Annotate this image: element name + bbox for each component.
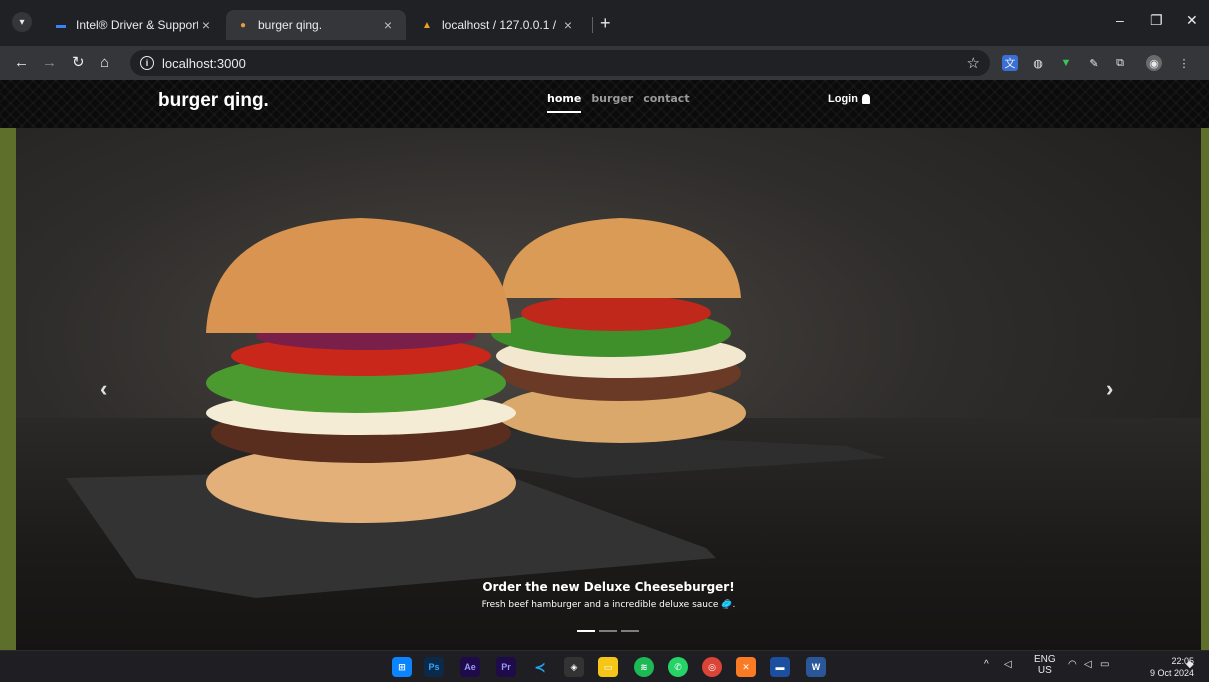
restore-icon[interactable]: ❐ xyxy=(1150,12,1163,29)
site-info-icon[interactable]: i xyxy=(140,56,154,70)
intel-icon: ▬ xyxy=(56,19,66,31)
caption-title: Order the new Deluxe Cheeseburger! xyxy=(482,580,735,594)
profile-avatar[interactable]: ◉ xyxy=(1146,55,1162,71)
globe-extension-icon[interactable]: ◍ xyxy=(1030,55,1046,71)
tab-title: localhost / 127.0.0.1 / nodejsca xyxy=(442,18,560,32)
tab-search-icon[interactable]: ▾ xyxy=(12,12,32,32)
forward-icon[interactable]: → xyxy=(42,54,57,72)
file-explorer-icon[interactable]: ▭ xyxy=(598,657,618,677)
nav-burger[interactable]: burger xyxy=(591,92,633,113)
vscode-icon[interactable]: ≺ xyxy=(530,657,550,677)
eyedropper-extension-icon[interactable]: ✎ xyxy=(1086,55,1102,71)
notification-bell-icon[interactable]: ◆ xyxy=(1186,659,1194,670)
whatsapp-icon[interactable]: ✆ xyxy=(668,657,688,677)
tab-intel[interactable]: ▬ Intel® Driver & Support Assista × xyxy=(44,10,224,40)
back-bun-top xyxy=(501,218,741,298)
tab-title: burger qing. xyxy=(258,18,323,32)
translate-extension-icon[interactable]: 文 xyxy=(1002,55,1018,71)
windows-start-icon[interactable]: ⊞ xyxy=(392,657,412,677)
after-effects-icon[interactable]: Ae xyxy=(460,657,480,677)
home-icon[interactable]: ⌂ xyxy=(100,54,109,72)
close-icon[interactable]: × xyxy=(560,17,576,33)
browser-tab-strip: ▾ ▬ Intel® Driver & Support Assista × ● … xyxy=(0,0,1209,46)
tab-separator xyxy=(592,17,593,33)
spotify-icon[interactable]: ≋ xyxy=(634,657,654,677)
tab-phpmyadmin[interactable]: ▲ localhost / 127.0.0.1 / nodejsca × xyxy=(410,10,586,40)
xampp-icon[interactable]: ✕ xyxy=(736,657,756,677)
new-tab-button[interactable]: + xyxy=(600,14,611,32)
login-button[interactable]: Login xyxy=(828,93,870,105)
reload-icon[interactable]: ↻ xyxy=(72,54,85,72)
carousel-prev-button[interactable]: ‹ xyxy=(100,376,107,402)
word-icon[interactable]: W xyxy=(806,657,826,677)
site-header: burger qing. home burger contact Login xyxy=(0,80,1209,128)
close-icon[interactable]: × xyxy=(380,17,396,33)
premiere-icon[interactable]: Pr xyxy=(496,657,516,677)
more-menu-icon[interactable]: ⋮ xyxy=(1176,55,1192,71)
lang-bottom: US xyxy=(1037,665,1052,676)
extensions-puzzle-icon[interactable]: ⧉ xyxy=(1112,55,1128,71)
user-icon xyxy=(861,94,870,104)
minimize-icon[interactable]: – xyxy=(1116,12,1124,28)
burger-photo xyxy=(66,218,886,598)
shield-extension-icon[interactable]: ▼ xyxy=(1058,55,1074,71)
phpmyadmin-icon: ▲ xyxy=(422,19,432,31)
back-tomato xyxy=(521,295,711,331)
caption-text: Fresh beef hamburger and a incredible de… xyxy=(481,600,736,610)
back-icon[interactable]: ← xyxy=(14,54,29,72)
main-nav: home burger contact xyxy=(547,92,690,113)
browser-toolbar: ← → ↻ ⌂ i ☆ 文 ◍ ▼ ✎ ⧉ ◉ ⋮ xyxy=(0,46,1209,80)
indicator-slide-3[interactable] xyxy=(621,630,639,632)
carousel-next-button[interactable]: › xyxy=(1106,376,1113,402)
close-icon[interactable]: × xyxy=(198,17,214,33)
web-page: burger qing. home burger contact Login ‹… xyxy=(0,80,1209,650)
tab-title: Intel® Driver & Support Assista xyxy=(76,18,198,32)
speaker-icon[interactable]: ◁ xyxy=(1004,659,1012,670)
davinci-icon[interactable]: ◈ xyxy=(564,657,584,677)
tray-overflow-icon[interactable]: ^ xyxy=(984,659,989,670)
intel-app-icon[interactable]: ▬ xyxy=(770,657,790,677)
hero-carousel: ‹ › Order the new Deluxe Cheeseburger! F… xyxy=(16,128,1201,650)
nav-home[interactable]: home xyxy=(547,92,582,113)
language-indicator[interactable]: ENG US xyxy=(1034,654,1056,676)
indicator-slide-1[interactable] xyxy=(577,630,595,632)
battery-icon[interactable]: ▭ xyxy=(1100,659,1109,670)
front-bun-top xyxy=(206,218,511,333)
url-input[interactable] xyxy=(162,55,942,71)
carousel-indicators xyxy=(577,630,639,632)
lang-top: ENG xyxy=(1034,654,1056,665)
volume-icon[interactable]: ◁ xyxy=(1084,659,1092,670)
indicator-slide-2[interactable] xyxy=(599,630,617,632)
login-label: Login xyxy=(828,93,858,105)
carousel-caption: Order the new Deluxe Cheeseburger! Fresh… xyxy=(16,580,1201,610)
burger-icon: ● xyxy=(239,19,247,31)
photoshop-icon[interactable]: Ps xyxy=(424,657,444,677)
bookmark-star-icon[interactable]: ☆ xyxy=(967,54,980,72)
windows-taskbar: ⊞ Ps Ae Pr ≺ ◈ ▭ ≋ ✆ ◎ ✕ ▬ W ^ ◁ ENG US … xyxy=(0,650,1209,682)
tab-burger-qing[interactable]: ● burger qing. × xyxy=(226,10,406,40)
nav-contact[interactable]: contact xyxy=(643,92,689,113)
address-bar[interactable]: i ☆ xyxy=(130,50,990,76)
window-close-icon[interactable]: ✕ xyxy=(1186,12,1198,29)
chrome-icon[interactable]: ◎ xyxy=(702,657,722,677)
site-brand[interactable]: burger qing. xyxy=(158,90,269,112)
wifi-icon[interactable]: ◠ xyxy=(1068,659,1077,670)
